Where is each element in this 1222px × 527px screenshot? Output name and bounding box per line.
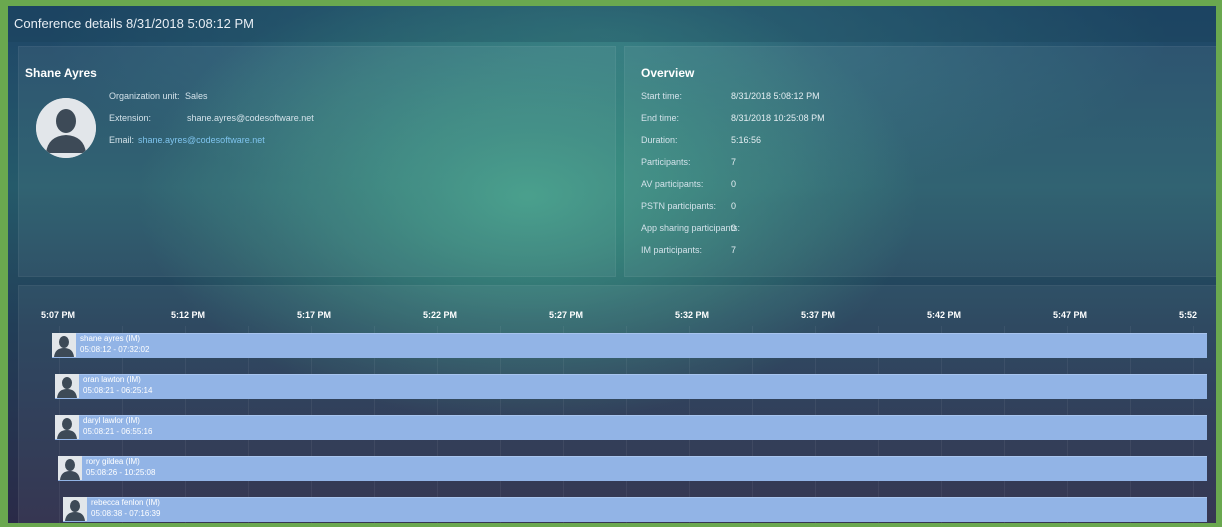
time-tick-label: 5:22 PM [423, 310, 458, 320]
time-tick-label: 5:27 PM [549, 310, 584, 320]
email-link[interactable]: shane.ayres@codesoftware.net [138, 135, 265, 145]
participant-bar[interactable] [55, 415, 1207, 440]
participant-time-range: 05:08:38 - 07:16:39 [91, 509, 161, 518]
participant-name: rory gildea (IM) [86, 457, 140, 466]
participant-time-range: 05:08:21 - 06:55:16 [83, 427, 153, 436]
overview-value: 0 [731, 201, 737, 211]
org-unit-label: Organization unit: [109, 91, 180, 101]
user-panel: Shane Ayres Organization unit: Sales Ext… [18, 46, 616, 277]
email-label: Email: [109, 135, 135, 145]
overview-value: 8/31/2018 5:08:12 PM [731, 91, 820, 101]
person-silhouette-icon [52, 333, 76, 357]
participant-name: rebecca fenlon (IM) [91, 498, 160, 507]
participant-bar[interactable] [63, 497, 1207, 522]
person-silhouette-icon [55, 415, 79, 439]
person-silhouette-icon [36, 98, 96, 158]
time-tick-label: 5:12 PM [171, 310, 206, 320]
participant-bar[interactable] [58, 456, 1207, 481]
time-tick-label: 5:07 PM [41, 310, 76, 320]
time-tick-label: 5:42 PM [927, 310, 962, 320]
overview-label: End time: [641, 113, 680, 123]
overview-panel: Overview Start time: 8/31/2018 5:08:12 PM… [624, 46, 1216, 277]
overview-label: App sharing participants: [641, 223, 741, 233]
time-tick-label: 5:32 PM [675, 310, 710, 320]
overview-label: IM participants: [641, 245, 703, 255]
participant-time-range: 05:08:21 - 06:25:14 [83, 386, 153, 395]
overview-value: 0 [731, 179, 737, 189]
extension-label: Extension: [109, 113, 152, 123]
overview-value: 0 [731, 223, 737, 233]
extension-value: shane.ayres@codesoftware.net [187, 113, 314, 123]
overview-value: 7 [731, 157, 737, 167]
overview-label: Duration: [641, 135, 678, 145]
overview-label: PSTN participants: [641, 201, 717, 211]
timeline-panel: 5:07 PM 5:12 PM 5:17 PM 5:22 PM 5:27 PM 5:32 … [18, 285, 1216, 523]
participant-bar[interactable] [55, 374, 1207, 399]
time-tick-label: 5:52 [1179, 310, 1198, 320]
time-tick-label: 5:47 PM [1053, 310, 1088, 320]
overview-label: AV participants: [641, 179, 704, 189]
participant-name: daryl lawlor (IM) [83, 416, 140, 425]
org-unit-value: Sales [185, 91, 208, 101]
overview-title: Overview [641, 66, 695, 80]
overview-label: Start time: [641, 91, 683, 101]
overview-value: 7 [731, 245, 737, 255]
person-silhouette-icon [63, 497, 87, 521]
time-tick-label: 5:37 PM [801, 310, 836, 320]
overview-value: 5:16:56 [731, 135, 762, 145]
person-silhouette-icon [58, 456, 82, 480]
person-silhouette-icon [55, 374, 79, 398]
overview-value: 8/31/2018 10:25:08 PM [731, 113, 825, 123]
conference-details-window: Conference details 8/31/2018 5:08:12 PM … [8, 6, 1216, 523]
participant-time-range: 05:08:26 - 10:25:08 [86, 468, 156, 477]
participant-bar[interactable] [52, 333, 1207, 358]
page-title: Conference details 8/31/2018 5:08:12 PM [8, 6, 1216, 42]
time-tick-label: 5:17 PM [297, 310, 332, 320]
user-name: Shane Ayres [25, 66, 97, 80]
participant-time-range: 05:08:12 - 07:32:02 [80, 345, 150, 354]
participant-name: oran lawton (IM) [83, 375, 141, 384]
participant-name: shane ayres (IM) [80, 334, 141, 343]
overview-label: Participants: [641, 157, 691, 167]
